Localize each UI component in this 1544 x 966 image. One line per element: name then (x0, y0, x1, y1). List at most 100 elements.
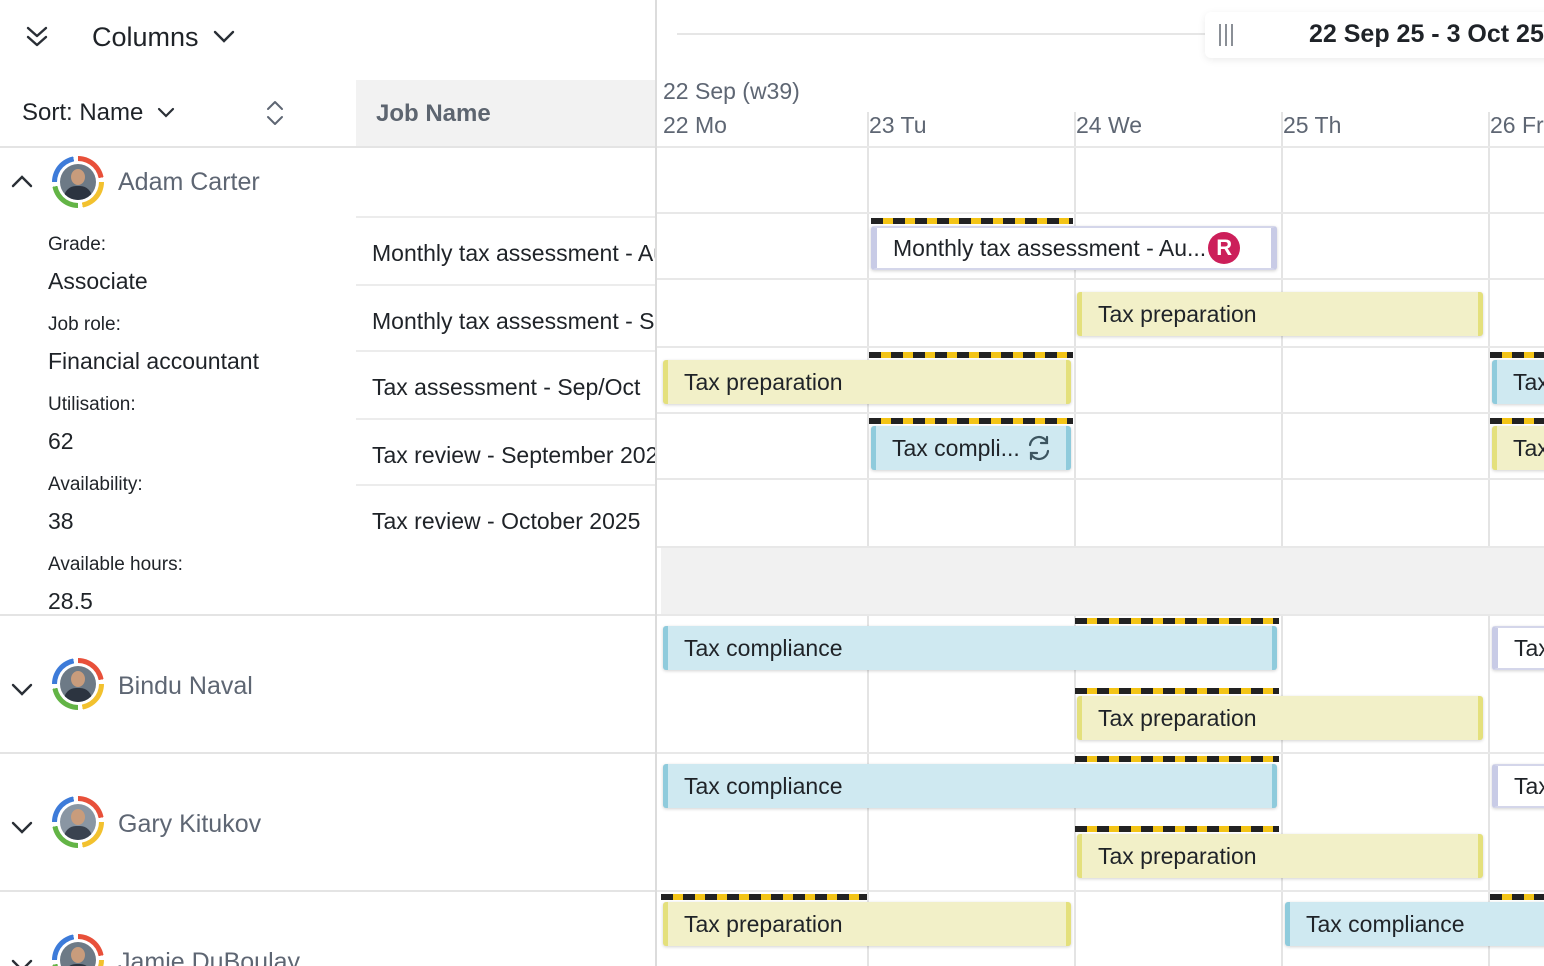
person-row-jamie-duboulay: Jamie DuBoulay (0, 892, 656, 966)
avatar (52, 796, 104, 848)
task-bar[interactable]: Tax preparation (1077, 696, 1483, 740)
chevron-down-icon[interactable] (8, 950, 38, 966)
range-scroll-track[interactable] (677, 33, 1217, 35)
divider (657, 890, 1544, 892)
recurring-icon (1028, 435, 1049, 461)
job-name-cell[interactable]: Tax review - October 2025 (356, 486, 656, 552)
task-bar-label: Tax preparation (1098, 704, 1257, 731)
details-spacer (661, 548, 1544, 614)
date-range-label[interactable]: 22 Sep 25 - 3 Oct 25 (1309, 20, 1544, 49)
day-gridline (867, 112, 869, 966)
overallocation-stripe (1490, 418, 1544, 424)
chevron-down-icon[interactable] (8, 812, 38, 842)
task-bar[interactable]: Tax preparation (1077, 292, 1483, 336)
week-label: 22 Sep (w39) (663, 78, 800, 104)
avatar (52, 156, 104, 208)
person-name[interactable]: Bindu Naval (118, 672, 253, 701)
task-bar[interactable]: Tax (1492, 426, 1544, 470)
job-name-cell[interactable]: Monthly tax assessment - Se (356, 286, 656, 352)
detail-value-available-hours: 28.5 (48, 588, 93, 614)
divider (657, 752, 1544, 754)
task-bar[interactable]: Tax compliance (663, 626, 1277, 670)
detail-label-availability: Availability: (48, 474, 143, 495)
divider (657, 346, 1544, 348)
overallocation-stripe (869, 352, 1073, 358)
overallocation-stripe (1075, 826, 1279, 832)
detail-value-availability: 38 (48, 508, 74, 534)
chevron-up-icon[interactable] (8, 166, 38, 196)
task-bar-label: Tax preparation (1098, 842, 1257, 869)
task-bar-label: Tax compliance (684, 772, 843, 799)
sort-dropdown[interactable]: Sort: Name (22, 96, 175, 130)
avatar (52, 934, 104, 966)
day-label: 23 Tu (869, 112, 927, 138)
detail-label-grade: Grade: (48, 234, 107, 255)
task-bar-label: Tax (1514, 772, 1544, 799)
divider (657, 146, 1544, 148)
overallocation-stripe (1490, 352, 1544, 358)
person-name[interactable]: Gary Kitukov (118, 810, 261, 839)
overallocation-stripe (1490, 894, 1544, 900)
overallocation-stripe (871, 218, 1073, 224)
task-bar[interactable]: Tax compliance (1285, 902, 1544, 946)
overallocation-stripe (1075, 618, 1279, 624)
chevron-down-icon (158, 107, 175, 118)
timeline: 22 Sep 25 - 3 Oct 25 22 Sep (w39) 22 Mo … (657, 0, 1544, 966)
resource-panel: Columns Sort: Name Job Name Adam Carter … (0, 0, 656, 966)
day-label: 25 Th (1283, 112, 1342, 138)
job-name-column-header[interactable]: Job Name (356, 80, 656, 146)
task-bar-label: Monthly tax assessment - Au... (893, 234, 1207, 261)
divider (657, 278, 1544, 280)
task-bar-label: Tax compliance (684, 634, 843, 661)
overallocation-stripe (1075, 688, 1279, 694)
detail-label-utilisation: Utilisation: (48, 394, 136, 415)
divider (657, 614, 1544, 616)
detail-value-job-role: Financial accountant (48, 348, 259, 374)
task-bar[interactable]: Tax compliance (663, 764, 1277, 808)
task-bar[interactable]: Tax compli... (871, 426, 1071, 470)
overallocation-stripe (1075, 756, 1279, 762)
task-bar[interactable]: Tax preparation (663, 360, 1071, 404)
task-bar[interactable]: Tax (1492, 626, 1544, 670)
overallocation-stripe (869, 418, 1073, 424)
detail-label-job-role: Job role: (48, 314, 121, 335)
task-bar-label: Tax compliance (1306, 910, 1465, 937)
day-gridline (1488, 112, 1490, 966)
person-row-gary-kitukov: Gary Kitukov (0, 754, 656, 890)
recurring-badge: R (1208, 232, 1241, 264)
day-label: 22 Mo (663, 112, 727, 138)
task-bar-label: Tax (1514, 634, 1544, 661)
day-label: 26 Fr (1490, 112, 1544, 138)
divider (657, 212, 1544, 214)
task-bar-label: Tax preparation (684, 368, 843, 395)
avatar (52, 658, 104, 710)
task-bar[interactable]: Tax preparation (1077, 834, 1483, 878)
chevron-down-icon (213, 30, 234, 43)
task-bar[interactable]: Tax (1492, 360, 1544, 404)
person-name[interactable]: Jamie DuBoulay (118, 948, 300, 966)
person-row-bindu-naval: Bindu Naval (0, 616, 656, 752)
columns-label: Columns (92, 21, 199, 52)
task-bar-label: Tax (1513, 368, 1544, 395)
detail-value-grade: Associate (48, 268, 148, 294)
task-bar-label: Tax compli... (892, 434, 1020, 461)
job-name-cell[interactable]: Monthly tax assessment - Au (356, 218, 656, 284)
detail-label-available-hours: Available hours: (48, 554, 183, 575)
divider (657, 412, 1544, 414)
chevron-down-icon[interactable] (8, 674, 38, 704)
job-name-cell[interactable]: Tax review - September 2025 (356, 420, 656, 486)
drag-handle-icon[interactable] (1217, 22, 1235, 48)
columns-dropdown[interactable]: Columns (92, 20, 235, 54)
task-bar[interactable]: Tax (1492, 764, 1544, 808)
divider (657, 478, 1544, 480)
task-bar[interactable]: Tax preparation (663, 902, 1071, 946)
day-label: 24 We (1076, 112, 1143, 138)
task-bar-label: Tax (1513, 434, 1544, 461)
sort-direction-icon[interactable] (262, 98, 288, 128)
task-bar[interactable]: Monthly tax assessment - Au... R (871, 226, 1277, 270)
job-name-cell[interactable]: Tax assessment - Sep/Oct (356, 352, 656, 418)
person-name[interactable]: Adam Carter (118, 168, 260, 197)
collapse-all-icon[interactable] (22, 22, 52, 52)
overallocation-stripe (661, 894, 867, 900)
sort-label: Sort: Name (22, 99, 144, 126)
